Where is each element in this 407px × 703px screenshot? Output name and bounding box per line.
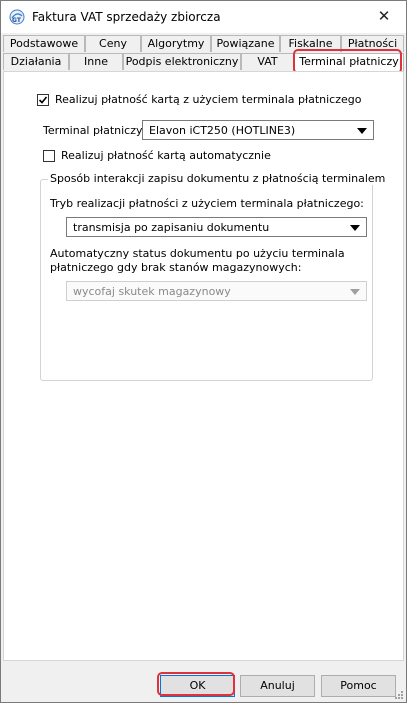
ok-button[interactable]: OK — [160, 675, 235, 697]
auto-payment-checkbox[interactable] — [43, 150, 55, 162]
app-logo-icon: GT — [9, 9, 25, 25]
tab-platnosci[interactable]: Płatności — [341, 35, 404, 52]
tab-powiazane[interactable]: Powiązane — [211, 35, 280, 52]
tab-vat[interactable]: VAT — [241, 53, 294, 70]
tab-algorytmy[interactable]: Algorytmy — [141, 35, 211, 52]
tab-dzialania[interactable]: Działania — [3, 53, 69, 70]
checkmark-icon — [38, 96, 48, 104]
tab-podstawowe[interactable]: Podstawowe — [3, 35, 85, 52]
tab-panel: Realizuj płatność kartą z użyciem termin… — [3, 71, 404, 661]
mode-label: Tryb realizacji płatności z użyciem term… — [50, 197, 364, 210]
tab-row-1: Podstawowe Ceny Algorytmy Powiązane Fisk… — [3, 35, 404, 53]
cancel-button[interactable]: Anuluj — [240, 675, 315, 697]
title-bar: GT Faktura VAT sprzedaży zbiorcza ✕ — [1, 1, 406, 33]
groupbox-title: Sposób interakcji zapisu dokumentu z pła… — [48, 172, 388, 185]
use-terminal-checkbox[interactable] — [37, 94, 49, 106]
tab-terminal-platniczy[interactable]: Terminal płatniczy — [294, 53, 404, 72]
close-button[interactable]: ✕ — [362, 1, 406, 33]
chevron-down-icon — [350, 225, 360, 231]
auto-payment-label: Realizuj płatność kartą automatycznie — [61, 149, 271, 162]
chevron-down-icon — [350, 289, 360, 295]
tab-inne[interactable]: Inne — [69, 53, 123, 70]
status-select-value: wycofaj skutek magazynowy — [73, 285, 231, 298]
tab-podpis-elektroniczny[interactable]: Podpis elektroniczny — [123, 53, 241, 70]
dialog-footer: OK Anuluj Pomoc — [1, 662, 406, 702]
interaction-groupbox: Sposób interakcji zapisu dokumentu z pła… — [40, 172, 388, 381]
dialog-window: GT Faktura VAT sprzedaży zbiorcza ✕ Pods… — [0, 0, 407, 703]
tab-ceny[interactable]: Ceny — [85, 35, 141, 52]
terminal-label: Terminal płatniczy: — [43, 124, 146, 137]
terminal-select-value: Elavon iCT250 (HOTLINE3) — [149, 124, 296, 137]
status-label-line2: płatniczego gdy brak stanów magazynowych… — [50, 261, 302, 274]
mode-select[interactable]: transmisja po zapisaniu dokumentu — [66, 217, 367, 237]
status-label-line1: Automatyczny status dokumentu po użyciu … — [50, 247, 345, 260]
chevron-down-icon — [357, 128, 367, 134]
tab-fiskalne[interactable]: Fiskalne — [280, 35, 341, 52]
use-terminal-label: Realizuj płatność kartą z użyciem termin… — [55, 93, 362, 106]
status-select: wycofaj skutek magazynowy — [66, 281, 367, 301]
terminal-select[interactable]: Elavon iCT250 (HOTLINE3) — [142, 120, 374, 140]
window-title: Faktura VAT sprzedaży zbiorcza — [32, 10, 221, 24]
mode-select-value: transmisja po zapisaniu dokumentu — [73, 221, 270, 234]
resize-grip-icon[interactable] — [394, 690, 404, 700]
help-button[interactable]: Pomoc — [321, 675, 396, 697]
svg-text:GT: GT — [12, 17, 22, 24]
tab-row-2: Działania Inne Podpis elektroniczny VAT … — [3, 53, 404, 72]
